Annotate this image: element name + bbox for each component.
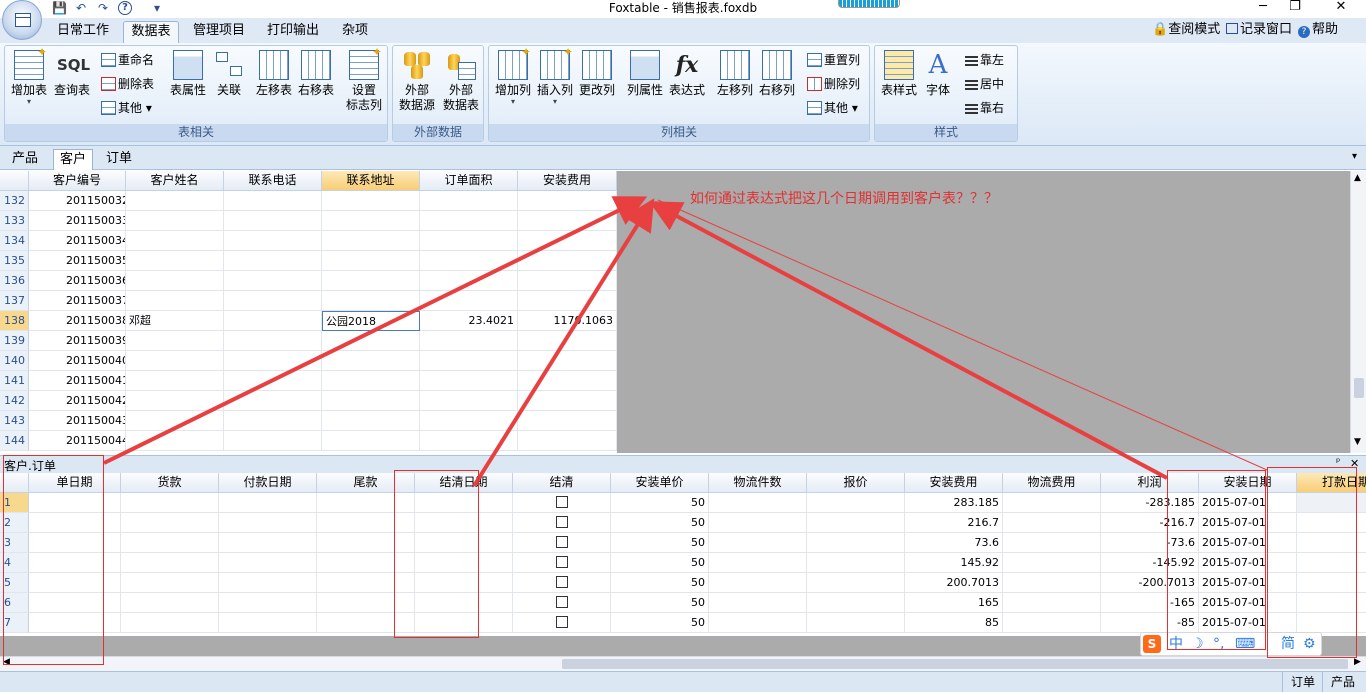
arrow-from-install-date [648,201,1168,480]
arrow-from-settle-date [472,198,655,488]
line-from-payment-date [657,199,1268,471]
app-window: Foxtable - 销售报表.foxdb 💾 ↶ ↷ ? ▾ ─ ❐ ✕ 日常… [0,0,1366,692]
annotation-text: 如何通过表达式把这几个日期调用到客户表？？？ [690,191,998,207]
arrow-from-order-date [103,196,648,465]
annotation-arrows [103,196,1268,488]
